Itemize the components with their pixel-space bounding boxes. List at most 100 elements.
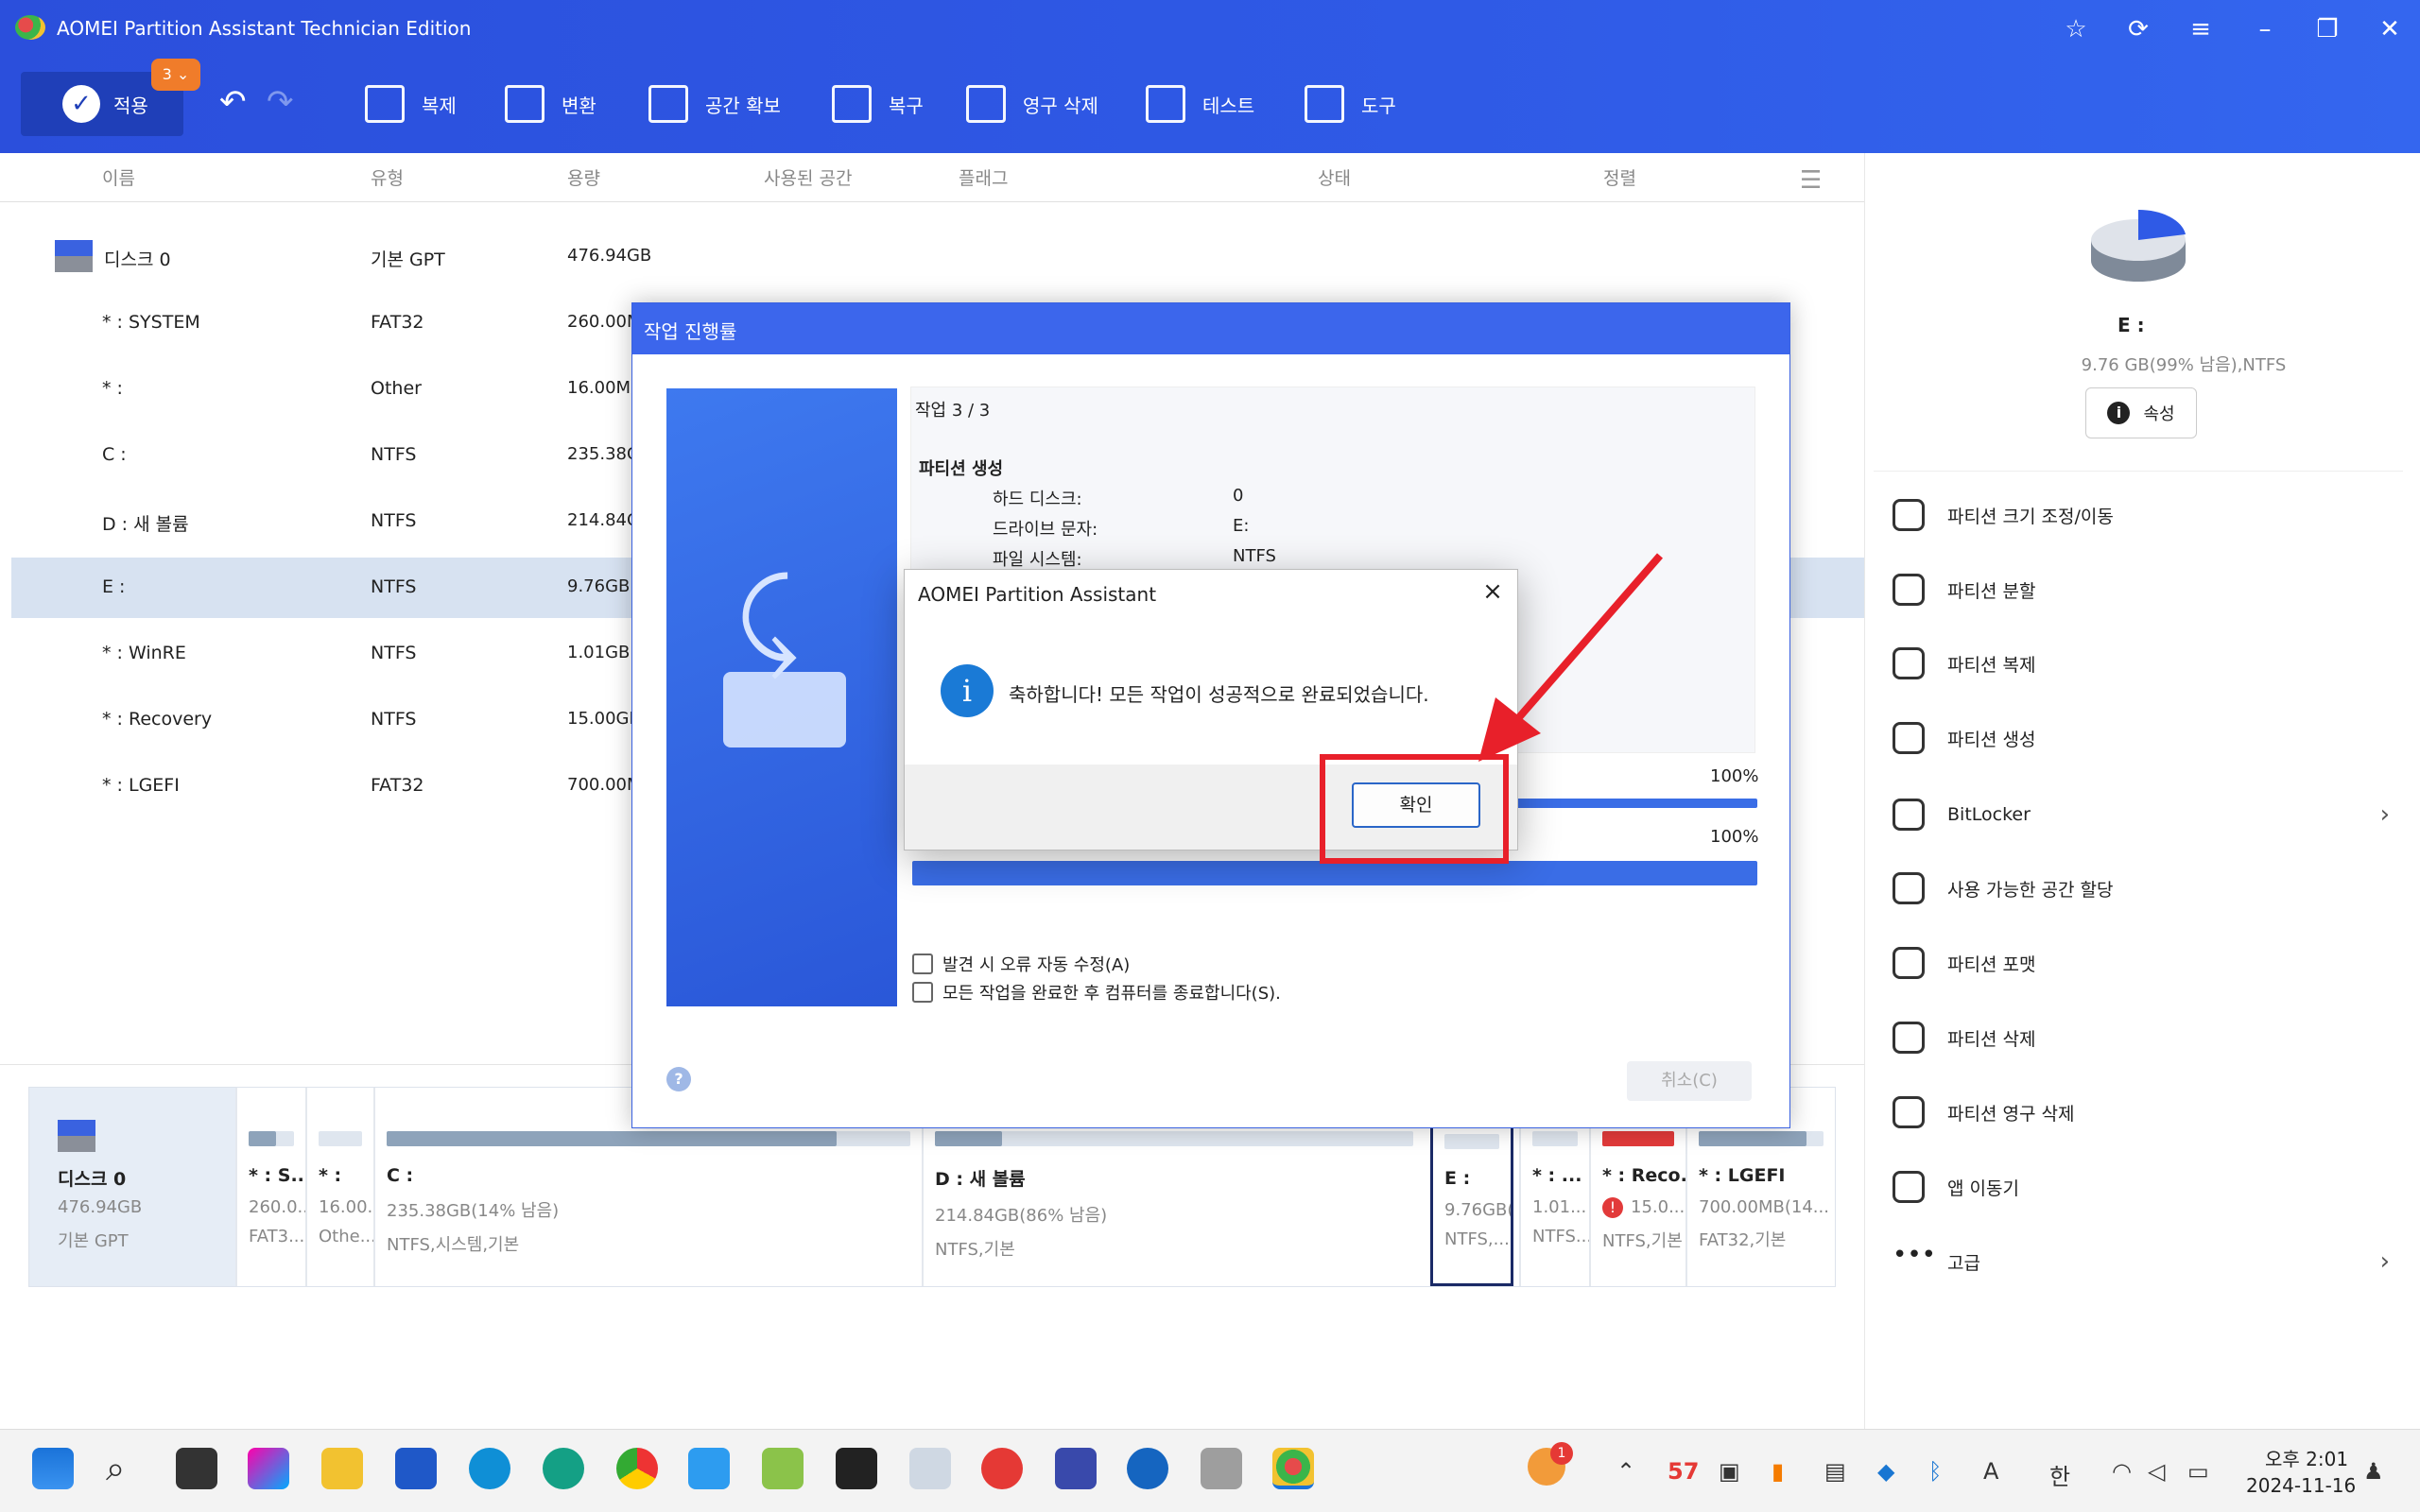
battery-icon[interactable]: ▭ [2187,1458,2209,1485]
window-title: AOMEI Partition Assistant Technician Edi… [57,17,472,40]
grid-icon [1893,1171,1925,1203]
app-icon[interactable] [1201,1448,1242,1489]
tray-icon[interactable]: ▤ [1824,1458,1846,1485]
disk-map-disk[interactable]: 디스크 0 476.94GB 기본 GPT [29,1088,235,1286]
app-icon[interactable] [909,1448,951,1489]
wifi-icon[interactable]: ◠ [2112,1458,2132,1485]
warning-icon: ! [1602,1197,1623,1218]
volume-icon[interactable]: ◁ [2148,1458,2165,1485]
clock-time[interactable]: 오후 2:01 [2265,1444,2348,1471]
edge-icon[interactable] [469,1448,510,1489]
restore-button[interactable]: ❐ [2308,13,2346,45]
partition-pie-icon [2091,209,2186,282]
col-name[interactable]: 이름 [102,164,135,190]
chevron-right-icon: › [2379,1247,2390,1276]
op-allocate[interactable]: 사용 가능한 공간 할당 [1893,860,2403,917]
divider [1874,471,2403,472]
start-icon[interactable] [32,1448,74,1489]
help-icon[interactable]: ? [666,1067,691,1091]
ime-indicator[interactable]: 한 [2049,1458,2070,1491]
cancel-button[interactable]: 취소(C) [1627,1061,1752,1101]
wipe-button[interactable]: 영구 삭제 [966,81,1098,127]
notification-badge: 1 [1550,1442,1573,1465]
app-icon[interactable] [762,1448,804,1489]
disk-map-partition[interactable]: * :16.00...Othe... [305,1088,373,1286]
search-icon[interactable]: ⌕ [106,1450,125,1489]
copy-icon [365,85,405,123]
tray-icon[interactable]: ▣ [1719,1458,1740,1485]
col-status[interactable]: 상태 [1318,164,1351,190]
convert-icon [505,85,544,123]
more-icon: ••• [1893,1241,1937,1269]
aomei-taskbar-icon[interactable] [1272,1448,1314,1489]
clock-date[interactable]: 2024-11-16 [2246,1474,2356,1497]
file-explorer-icon[interactable] [321,1448,363,1489]
copy-button[interactable]: 복제 [365,81,457,127]
pending-ops-badge[interactable]: 3 ⌄ [151,59,200,91]
op-format[interactable]: 파티션 포맷 [1893,935,2403,991]
bluetooth-icon[interactable]: ᛒ [1928,1458,1942,1485]
refresh-icon[interactable]: ⟳ [2119,13,2157,45]
op-resize-move[interactable]: 파티션 크기 조정/이동 [1893,487,2403,543]
column-settings-icon[interactable]: ☰ [1800,166,1822,195]
col-capacity[interactable]: 용량 [567,164,600,190]
minimize-button[interactable]: – [2246,13,2284,45]
redo-icon[interactable]: ↷ [267,83,294,121]
allocate-icon [1893,872,1925,904]
format-icon [1893,947,1925,979]
convert-button[interactable]: 변환 [505,81,596,127]
free-space-button[interactable]: 공간 확보 [648,81,781,127]
info-icon: i [2107,402,2131,424]
check-icon: ✓ [62,85,100,123]
auto-fix-checkbox[interactable] [912,954,933,974]
col-flags[interactable]: 플래그 [959,164,1008,190]
chrome-icon[interactable] [616,1448,658,1489]
store-icon[interactable] [395,1448,437,1489]
col-align[interactable]: 정렬 [1603,164,1636,190]
split-icon [1893,574,1925,606]
lock-icon [1893,799,1925,831]
properties-button[interactable]: i 속성 [2085,387,2197,438]
app-icon[interactable] [688,1448,730,1489]
app-icon[interactable] [543,1448,584,1489]
star-icon[interactable]: ☆ [2057,13,2095,45]
notification-bell-icon[interactable]: ♟ [2363,1458,2384,1485]
op-delete[interactable]: 파티션 삭제 [1893,1009,2403,1066]
disk-map-partition[interactable]: * : S...260.0...FAT3... [235,1088,305,1286]
copilot-icon[interactable] [248,1448,289,1489]
recover-button[interactable]: 복구 [832,81,924,127]
col-type[interactable]: 유형 [371,164,404,190]
temperature-text[interactable]: 57 [1668,1458,1699,1485]
op-split[interactable]: 파티션 분할 [1893,561,2403,618]
divider [1864,153,1865,1429]
op-create[interactable]: 파티션 생성 [1893,710,2403,766]
defender-icon[interactable]: ◆ [1877,1458,1894,1485]
op-app-mover[interactable]: 앱 이동기 [1893,1159,2403,1215]
test-icon [1146,85,1185,123]
app-icon[interactable] [1055,1448,1097,1489]
task-view-icon[interactable] [176,1448,217,1489]
language-indicator[interactable]: A [1983,1458,1998,1485]
op-advanced[interactable]: ••• 고급 › [1893,1233,2403,1290]
table-row[interactable]: 디스크 0 기본 GPT 476.94GB [11,227,1864,287]
op-clone[interactable]: 파티션 복제 [1893,635,2403,692]
chevron-up-icon[interactable]: ⌃ [1616,1458,1635,1485]
progress-percent: 100% [1710,827,1759,847]
tray-icon[interactable]: ▮ [1772,1458,1784,1485]
undo-icon[interactable]: ↶ [219,83,247,121]
app-icon[interactable] [1127,1448,1168,1489]
tools-button[interactable]: 도구 [1305,81,1396,127]
red-arrow-annotation [1478,553,1664,762]
op-wipe[interactable]: 파티션 영구 삭제 [1893,1084,2403,1141]
op-bitlocker[interactable]: BitLocker › [1893,786,2403,843]
recover-icon [832,85,872,123]
menu-icon[interactable]: ≡ [2182,13,2220,45]
app-icon[interactable] [981,1448,1023,1489]
disk-icon [55,240,93,272]
overall-progress-bar [912,861,1757,885]
sticky-notes-icon[interactable] [836,1448,877,1489]
col-used[interactable]: 사용된 공간 [764,164,852,190]
shutdown-checkbox[interactable] [912,982,933,1003]
test-button[interactable]: 테스트 [1146,81,1254,127]
close-button[interactable]: ✕ [2371,13,2409,45]
